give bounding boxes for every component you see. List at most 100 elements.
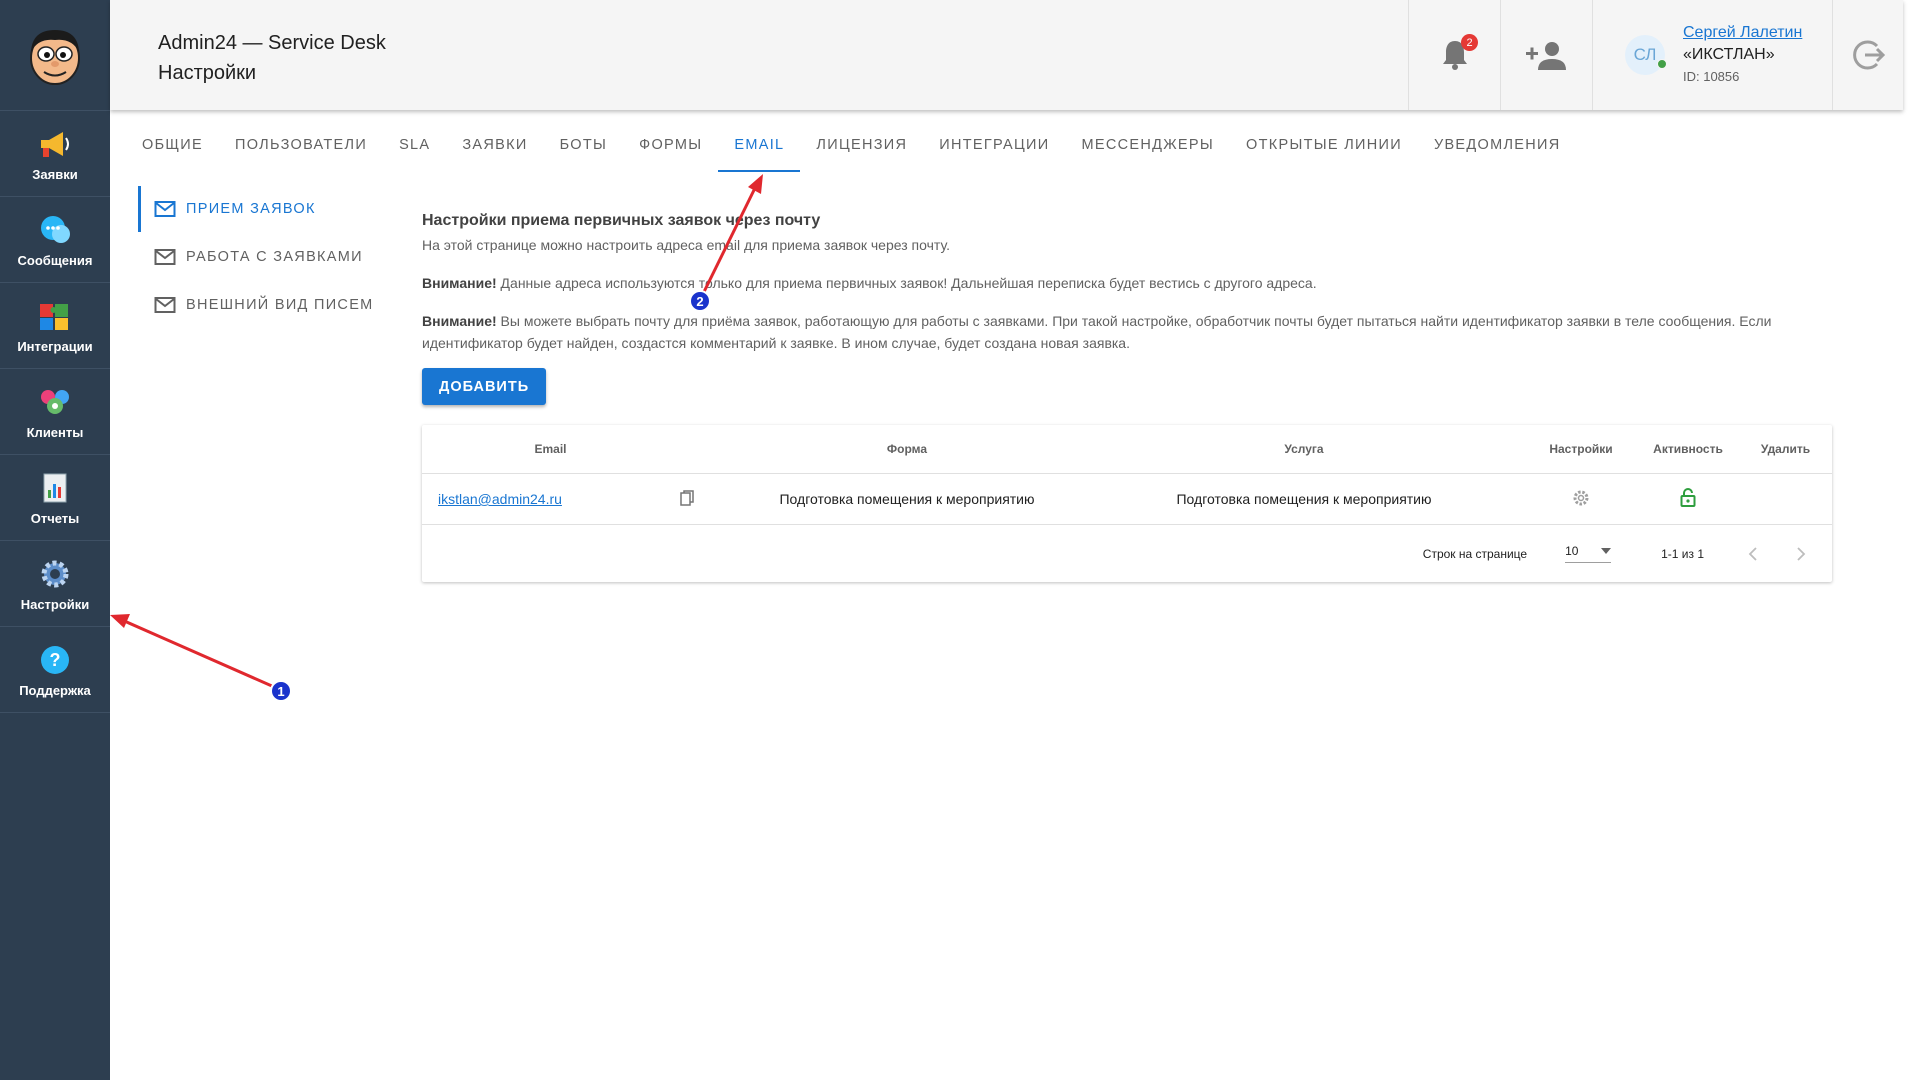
notification-badge: 2: [1461, 34, 1478, 51]
warning-label: Внимание!: [422, 313, 497, 329]
user-id: ID: 10856: [1683, 69, 1740, 84]
warning-shared-mailbox: Внимание! Вы можете выбрать почту для пр…: [422, 310, 1832, 354]
mascot-logo-icon: [30, 30, 80, 85]
copy-cell: [679, 473, 731, 525]
annotation-arrowhead-2: [748, 174, 763, 194]
report-icon: [37, 470, 73, 506]
puzzle-icon: [37, 298, 73, 334]
column-header-form[interactable]: Форма: [731, 425, 1083, 474]
sidebar-item-label: Настройки: [20, 596, 90, 612]
tab-10[interactable]: ОТКРЫТЫЕ ЛИНИИ: [1230, 128, 1418, 170]
unlock-icon[interactable]: [1680, 487, 1696, 511]
logout-icon: [1853, 40, 1886, 70]
sidebar-item-label: Сообщения: [17, 252, 93, 268]
annotation-marker-1-label: 1: [277, 684, 284, 699]
annotation-arrowhead-1: [110, 614, 130, 628]
megaphone-icon: [37, 126, 73, 162]
tab-9[interactable]: МЕССЕНДЖЕРЫ: [1065, 128, 1230, 170]
user-profile[interactable]: СЛ Сергей Лалетин «ИКСТЛАН» ID: 10856: [1592, 0, 1843, 110]
add-user-icon: [1526, 42, 1566, 70]
service-cell: Подготовка помещения к мероприятию: [1083, 473, 1525, 525]
sidebar: Заявки Сообщения Интеграции Клиенты Отче…: [0, 0, 110, 1080]
row-settings-gear-icon[interactable]: [1572, 490, 1590, 510]
email-cell: ikstlan@admin24.ru: [422, 473, 679, 525]
avatar-initials: СЛ: [1633, 45, 1657, 64]
online-status-dot: [1657, 59, 1667, 69]
tab-11[interactable]: УВЕДОМЛЕНИЯ: [1418, 128, 1577, 170]
sidebar-item-messages[interactable]: Сообщения: [0, 197, 110, 283]
rows-per-page-value: 10: [1565, 544, 1579, 558]
sidebar-item-label: Клиенты: [26, 424, 84, 440]
column-header-email[interactable]: Email: [422, 425, 679, 474]
tab-7[interactable]: ЛИЦЕНЗИЯ: [800, 128, 923, 170]
section-heading: Настройки приема первичных заявок через …: [422, 212, 821, 229]
add-user-button[interactable]: [1500, 0, 1593, 110]
chat-bubbles-icon: [37, 212, 73, 248]
column-header-service[interactable]: Услуга: [1083, 425, 1525, 474]
add-email-button[interactable]: ДОБАВИТЬ: [422, 368, 547, 405]
sidebar-item-clients[interactable]: Клиенты: [0, 369, 110, 455]
column-header-copy: [679, 425, 731, 474]
svg-text:?: ?: [50, 650, 61, 670]
logout-button[interactable]: [1832, 0, 1905, 110]
delete-cell: [1739, 473, 1832, 525]
warning-label: Внимание!: [422, 275, 497, 291]
warning-text: Вы можете выбрать почту для приёма заяво…: [422, 313, 1772, 351]
user-name-link[interactable]: Сергей Лалетин: [1683, 22, 1802, 44]
active-cell: [1637, 473, 1739, 525]
column-header-active: Активность: [1637, 425, 1739, 474]
tab-5[interactable]: ФОРМЫ: [623, 128, 718, 170]
warning-primary-only: Внимание! Данные адреса используются тол…: [422, 272, 1832, 294]
rows-per-page-label: Строк на странице: [1422, 546, 1528, 561]
mail-inbox-icon: [154, 198, 176, 220]
people-icon: [37, 384, 73, 420]
avatar[interactable]: СЛ: [1625, 35, 1667, 75]
sidebar-item-label: Поддержка: [19, 682, 91, 698]
tab-0[interactable]: ОБЩИЕ: [126, 128, 219, 170]
sidebar-item-integrations[interactable]: Интеграции: [0, 283, 110, 369]
sidebar-item-label: Интеграции: [17, 338, 93, 354]
tab-3[interactable]: ЗАЯВКИ: [446, 128, 543, 170]
email-link[interactable]: ikstlan@admin24.ru: [438, 491, 562, 507]
tab-8[interactable]: ИНТЕГРАЦИИ: [923, 128, 1065, 170]
sidebar-item-support[interactable]: ? Поддержка: [0, 627, 110, 713]
tab-4[interactable]: БОТЫ: [544, 128, 624, 170]
subnav-item-work-with-tickets[interactable]: РАБОТА С ЗАЯВКАМИ: [138, 234, 378, 280]
copy-icon[interactable]: [680, 489, 694, 509]
sidebar-item-label: Отчеты: [30, 510, 80, 526]
warning-text: Данные адреса используются только для пр…: [496, 275, 1317, 291]
sidebar-item-settings[interactable]: Настройки: [0, 541, 110, 627]
sidebar-item-reports[interactable]: Отчеты: [0, 455, 110, 541]
gear-icon: [37, 556, 73, 592]
sidebar-item-tickets[interactable]: Заявки: [0, 111, 110, 197]
question-icon: ?: [37, 642, 73, 678]
tab-1[interactable]: ПОЛЬЗОВАТЕЛИ: [219, 128, 383, 170]
next-page-button[interactable]: [1788, 541, 1814, 567]
header-titles: Admin24 — Service Desk Настройки: [158, 28, 386, 88]
app-title: Admin24 — Service Desk: [158, 32, 386, 54]
tab-2[interactable]: SLA: [383, 128, 446, 170]
rows-per-page-select[interactable]: 10: [1565, 544, 1612, 563]
form-cell: Подготовка помещения к мероприятию: [731, 473, 1083, 525]
tab-6[interactable]: EMAIL: [718, 128, 801, 172]
caret-down-icon: [1601, 548, 1612, 554]
section-description: На этой странице можно настроить адреса …: [422, 237, 950, 253]
table-row: ikstlan@admin24.ru Подготовка помещения …: [422, 473, 1832, 525]
subnav-item-receive-tickets[interactable]: ПРИЕМ ЗАЯВОК: [138, 186, 378, 232]
chevron-left-icon: [1748, 546, 1757, 561]
email-settings-content: Настройки приема первичных заявок через …: [422, 212, 1832, 405]
chevron-right-icon: [1797, 546, 1806, 561]
top-header: Admin24 — Service Desk Настройки 2 СЛ Се…: [110, 0, 1903, 110]
previous-page-button[interactable]: [1740, 541, 1766, 567]
pagination-range: 1-1 из 1: [1661, 546, 1704, 561]
subnav-item-email-appearance[interactable]: ВНЕШНИЙ ВИД ПИСЕМ: [138, 282, 378, 328]
column-header-settings: Настройки: [1525, 425, 1637, 474]
table-header-row: Email Форма Услуга Настройки Активность …: [422, 425, 1832, 474]
settings-tabs: ОБЩИЕ ПОЛЬЗОВАТЕЛИ SLA ЗАЯВКИ БОТЫ ФОРМЫ EMAIL…: [126, 128, 1577, 172]
notifications-button[interactable]: 2: [1408, 0, 1501, 110]
annotation-marker-1: 1: [270, 680, 292, 702]
mail-settings-icon: [154, 246, 176, 268]
app-logo[interactable]: [0, 0, 110, 111]
settings-cell: [1525, 473, 1637, 525]
subnav-item-label: РАБОТА С ЗАЯВКАМИ: [186, 249, 363, 265]
